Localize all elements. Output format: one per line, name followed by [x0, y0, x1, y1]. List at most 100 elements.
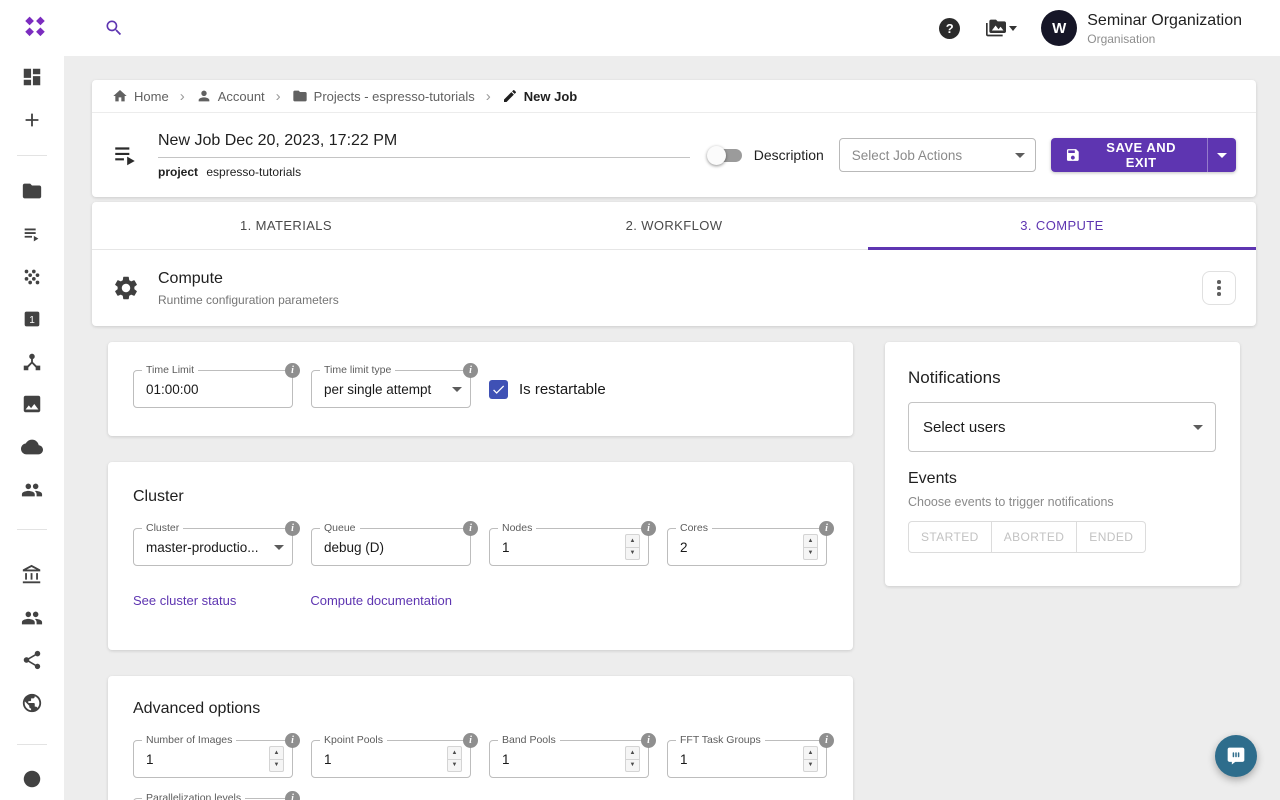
top-bar: W Seminar Organization Organisation [0, 0, 1280, 56]
stepper-up-icon[interactable] [270, 747, 283, 760]
cluster-links-row: See cluster status Compute documentation [133, 593, 828, 608]
globe-icon [21, 692, 43, 714]
time-limit-type-select[interactable]: Time limit type per single attempt [311, 370, 471, 408]
sidebar-item-institution[interactable] [10, 554, 54, 597]
kpoint-field-label: Kpoint Pools [320, 734, 387, 746]
fft-task-groups-field[interactable]: FFT Task Groups 1 [667, 740, 827, 778]
save-and-exit-button[interactable]: SAVE AND EXIT [1051, 138, 1206, 172]
job-title-input[interactable]: New Job Dec 20, 2023, 17:22 PM [158, 132, 690, 158]
sidebar-item-projects[interactable] [10, 170, 54, 213]
tab-workflow[interactable]: 2. WORKFLOW [480, 202, 868, 249]
kpoint-pools-field[interactable]: Kpoint Pools 1 [311, 740, 471, 778]
cluster-status-link[interactable]: See cluster status [133, 593, 236, 608]
info-icon[interactable] [819, 521, 834, 536]
sidebar-item-team[interactable] [10, 597, 54, 640]
info-icon[interactable] [819, 733, 834, 748]
sidebar-item-globe[interactable] [10, 682, 54, 725]
stepper-down-icon[interactable] [804, 760, 817, 772]
info-icon[interactable] [641, 733, 656, 748]
number-stepper[interactable] [447, 746, 462, 772]
stepper-up-icon[interactable] [626, 747, 639, 760]
device-hub-icon [21, 351, 43, 373]
event-started-button[interactable]: STARTED [908, 521, 992, 553]
sidebar-item-cloud[interactable] [10, 426, 54, 469]
info-icon[interactable] [463, 363, 478, 378]
nodes-field[interactable]: Nodes 1 [489, 528, 649, 566]
info-icon[interactable] [463, 733, 478, 748]
compute-docs-link[interactable]: Compute documentation [310, 593, 452, 608]
info-icon[interactable] [463, 521, 478, 536]
chevron-down-icon [1015, 153, 1025, 158]
queue-field[interactable]: Queue debug (D) [311, 528, 471, 566]
sidebar-item-bank[interactable]: 1 [10, 298, 54, 341]
description-toggle[interactable] [710, 149, 742, 162]
svg-text:1: 1 [29, 315, 35, 326]
number-stepper[interactable] [625, 746, 640, 772]
sidebar-item-create[interactable] [10, 99, 54, 142]
compute-panel: 1. MATERIALS 2. WORKFLOW 3. COMPUTE Comp… [92, 202, 1256, 326]
stepper-down-icon[interactable] [626, 760, 639, 772]
search-button[interactable] [104, 18, 124, 38]
job-actions-select[interactable]: Select Job Actions [839, 138, 1036, 172]
stepper-down-icon[interactable] [448, 760, 461, 772]
breadcrumb-item-home[interactable]: Home [112, 88, 169, 104]
save-dropdown-button[interactable] [1207, 138, 1236, 172]
select-users-select[interactable]: Select users [908, 402, 1216, 452]
section-menu-button[interactable] [1202, 271, 1236, 305]
job-title-block: New Job Dec 20, 2023, 17:22 PM project e… [158, 132, 690, 179]
info-icon[interactable] [641, 521, 656, 536]
sidebar-item-materials[interactable] [10, 255, 54, 298]
app-logo[interactable] [22, 15, 48, 41]
sidebar-item-share[interactable] [10, 639, 54, 682]
institution-icon [21, 564, 43, 586]
band-pools-field[interactable]: Band Pools 1 [489, 740, 649, 778]
cores-field[interactable]: Cores 2 [667, 528, 827, 566]
number-stepper[interactable] [803, 746, 818, 772]
sidebar-item-bottom[interactable] [10, 757, 54, 800]
number-stepper[interactable] [269, 746, 284, 772]
event-aborted-button[interactable]: ABORTED [992, 521, 1078, 553]
stepper-up-icon[interactable] [804, 747, 817, 760]
queue-field-label: Queue [320, 522, 360, 534]
jobs-list-icon [21, 223, 43, 245]
help-icon[interactable] [939, 18, 960, 39]
tab-materials[interactable]: 1. MATERIALS [92, 202, 480, 249]
time-limit-field[interactable]: Time Limit 01:00:00 [133, 370, 293, 408]
cluster-select[interactable]: Cluster master-productio... [133, 528, 293, 566]
sidebar-item-dashboard[interactable] [10, 56, 54, 99]
stepper-down-icon[interactable] [804, 548, 817, 560]
number-stepper[interactable] [803, 534, 818, 560]
number-of-images-field[interactable]: Number of Images 1 [133, 740, 293, 778]
breadcrumb-item-account[interactable]: Account [196, 88, 265, 104]
event-ended-button[interactable]: ENDED [1077, 521, 1146, 553]
chevron-right-icon [276, 88, 281, 105]
info-icon[interactable] [285, 363, 300, 378]
info-icon[interactable] [285, 521, 300, 536]
stepper-up-icon[interactable] [804, 535, 817, 548]
image-icon [21, 393, 43, 415]
stepper-down-icon[interactable] [626, 548, 639, 560]
sidebar-item-properties[interactable] [10, 383, 54, 426]
stepper-up-icon[interactable] [626, 535, 639, 548]
stepper-up-icon[interactable] [448, 747, 461, 760]
is-restartable-checkbox[interactable] [489, 380, 508, 399]
number-stepper[interactable] [625, 534, 640, 560]
sidebar-item-jobs[interactable] [10, 213, 54, 256]
time-limit-type-label: Time limit type [320, 364, 395, 376]
media-menu-button[interactable] [986, 18, 1017, 38]
breadcrumb-label: Account [218, 89, 265, 104]
stepper-down-icon[interactable] [270, 760, 283, 772]
info-icon[interactable] [285, 733, 300, 748]
breadcrumb-item-project[interactable]: Projects - espresso-tutorials [292, 88, 475, 104]
sidebar-item-workflows[interactable] [10, 341, 54, 384]
share-icon [21, 649, 43, 671]
chat-fab-button[interactable] [1215, 735, 1257, 777]
sidebar-item-people[interactable] [10, 468, 54, 511]
breadcrumb-label: Projects - espresso-tutorials [314, 89, 475, 104]
tab-compute[interactable]: 3. COMPUTE [868, 202, 1256, 249]
avatar-letter: W [1052, 20, 1066, 37]
save-label: SAVE AND EXIT [1090, 140, 1193, 170]
info-icon[interactable] [285, 791, 300, 800]
avatar[interactable]: W [1041, 10, 1077, 46]
images-field-value: 1 [146, 752, 263, 767]
